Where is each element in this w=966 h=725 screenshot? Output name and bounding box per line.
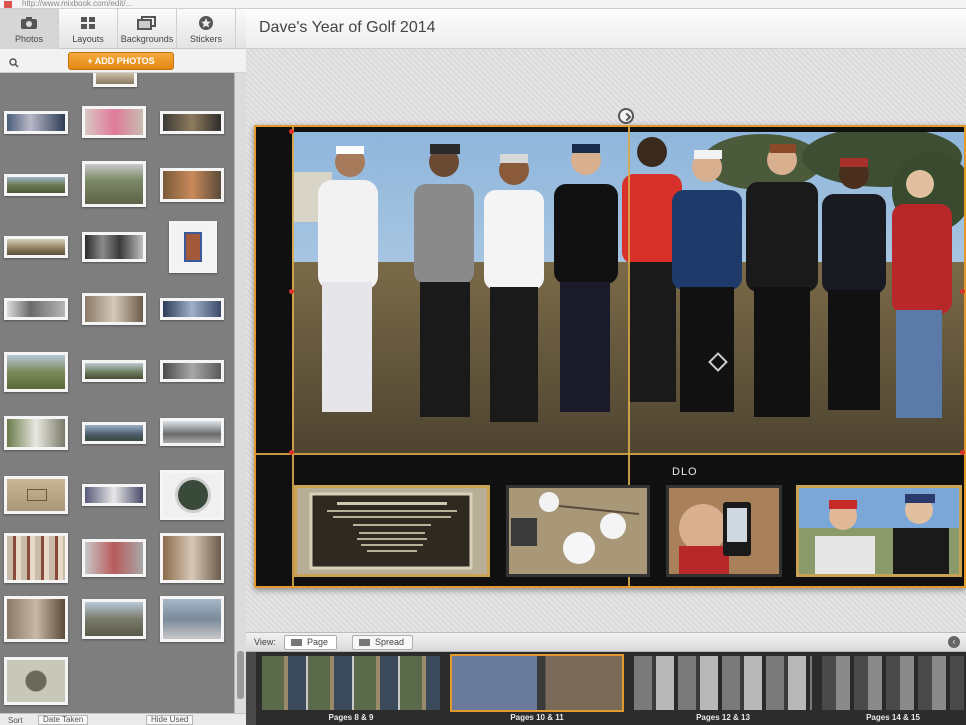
- library-photo[interactable]: [82, 484, 146, 506]
- resize-handle[interactable]: [289, 450, 294, 455]
- resize-handle[interactable]: [289, 289, 294, 294]
- page-view-icon: [291, 639, 302, 646]
- plaque-photo[interactable]: [294, 485, 490, 577]
- view-bar: View: Page Spread ‹: [246, 632, 966, 652]
- view-spread-button[interactable]: Spread: [352, 635, 414, 650]
- camera-icon: [19, 15, 39, 31]
- layout-guide-horizontal: [256, 453, 964, 455]
- tab-stickers-label: Stickers: [189, 33, 222, 44]
- library-photo[interactable]: [160, 596, 224, 642]
- library-photo[interactable]: [4, 416, 68, 450]
- browser-url-text: http://www.mixbook.com/edit/...: [22, 0, 133, 8]
- library-scrollbar-thumb[interactable]: [237, 651, 244, 699]
- library-photo[interactable]: [82, 293, 146, 325]
- view-page-label: Page: [307, 637, 329, 647]
- library-photo[interactable]: [4, 298, 68, 320]
- spread-thumb-10-11[interactable]: [450, 654, 624, 712]
- page-workspace: DLO: [246, 49, 966, 632]
- library-photo[interactable]: [82, 599, 146, 639]
- library-photo[interactable]: [160, 111, 224, 134]
- library-photo[interactable]: [160, 533, 224, 583]
- spread-label-10-11: Pages 10 & 11: [510, 713, 564, 722]
- view-label: View:: [254, 637, 276, 647]
- resize-handle[interactable]: [289, 129, 294, 134]
- spread-view-icon: [359, 639, 370, 646]
- resize-handle[interactable]: [960, 450, 965, 455]
- two-golfers-photo[interactable]: [796, 485, 962, 577]
- rotate-handle-icon[interactable]: [618, 108, 634, 124]
- sort-dropdown[interactable]: Date Taken: [38, 715, 89, 725]
- library-scrollbar[interactable]: [234, 73, 246, 713]
- tab-layouts-label: Layouts: [72, 33, 104, 44]
- project-title-bar: Dave's Year of Golf 2014: [246, 9, 966, 49]
- library-photo[interactable]: [4, 596, 68, 642]
- library-photo[interactable]: [4, 174, 68, 196]
- resize-handle[interactable]: [960, 289, 965, 294]
- spread-label-14-15: Pages 14 & 15: [866, 713, 920, 722]
- tab-photos-label: Photos: [14, 33, 44, 44]
- view-page-button[interactable]: Page: [284, 635, 338, 650]
- library-photo[interactable]: [4, 111, 68, 134]
- golf-balls-photo[interactable]: [506, 485, 650, 577]
- library-sort-bar: Sort Date Taken Hide Used: [0, 713, 246, 725]
- library-photo[interactable]: [4, 533, 68, 583]
- spread-label-12-13: Pages 12 & 13: [696, 713, 750, 722]
- library-photo[interactable]: [160, 298, 224, 320]
- tab-layouts[interactable]: Layouts: [59, 9, 118, 49]
- library-photo[interactable]: [82, 539, 146, 577]
- phone-photo[interactable]: [666, 485, 782, 577]
- browser-url-bar[interactable]: http://www.mixbook.com/edit/...: [0, 0, 966, 9]
- library-photo[interactable]: [160, 470, 224, 520]
- library-photo[interactable]: [160, 168, 224, 202]
- library-photo[interactable]: [169, 221, 217, 273]
- library-photo[interactable]: [4, 236, 68, 258]
- tab-photos[interactable]: Photos: [0, 9, 59, 49]
- library-photo[interactable]: [4, 352, 68, 392]
- photo-caption[interactable]: DLO: [672, 466, 698, 478]
- spread-label-8-9: Pages 8 & 9: [328, 713, 374, 722]
- page-strip-scrollbar[interactable]: [246, 652, 256, 725]
- tab-backgrounds[interactable]: Backgrounds: [118, 9, 177, 49]
- page-strip: Pages 8 & 9 Pages 10 & 11 Pages 12 & 13 …: [246, 652, 966, 725]
- project-title[interactable]: Dave's Year of Golf 2014: [259, 19, 436, 37]
- collapse-strip-icon[interactable]: ‹: [948, 636, 960, 648]
- sort-label: Sort: [8, 716, 23, 725]
- library-photo[interactable]: [82, 106, 146, 138]
- library-photo[interactable]: [4, 657, 68, 705]
- library-toolbar: + ADD PHOTOS: [0, 49, 246, 73]
- search-icon[interactable]: [9, 55, 19, 73]
- add-photos-button[interactable]: + ADD PHOTOS: [68, 52, 174, 70]
- backgrounds-icon: [137, 15, 157, 31]
- star-sticker-icon: [196, 15, 216, 31]
- spread-thumb-12-13[interactable]: [634, 656, 812, 710]
- tab-backgrounds-label: Backgrounds: [120, 33, 174, 44]
- hide-used-toggle[interactable]: Hide Used: [146, 715, 194, 725]
- page-spread[interactable]: DLO: [254, 125, 966, 588]
- library-photo[interactable]: [82, 232, 146, 262]
- library-photo[interactable]: [4, 476, 68, 514]
- library-photo[interactable]: [82, 161, 146, 207]
- library-photo[interactable]: [93, 73, 137, 87]
- spread-thumb-14-15[interactable]: [822, 656, 964, 710]
- spread-thumb-8-9[interactable]: [262, 656, 440, 710]
- library-photo[interactable]: [160, 418, 224, 446]
- library-photo[interactable]: [160, 360, 224, 382]
- tab-stickers[interactable]: Stickers: [177, 9, 236, 49]
- library-photo[interactable]: [82, 422, 146, 444]
- library-photo[interactable]: [82, 360, 146, 382]
- layouts-grid-icon: [78, 15, 98, 31]
- photo-library: [0, 73, 234, 713]
- tool-tabs: Photos Layouts Backgrounds Stickers: [0, 9, 246, 49]
- site-favicon-icon: [4, 1, 12, 8]
- view-spread-label: Spread: [375, 637, 405, 647]
